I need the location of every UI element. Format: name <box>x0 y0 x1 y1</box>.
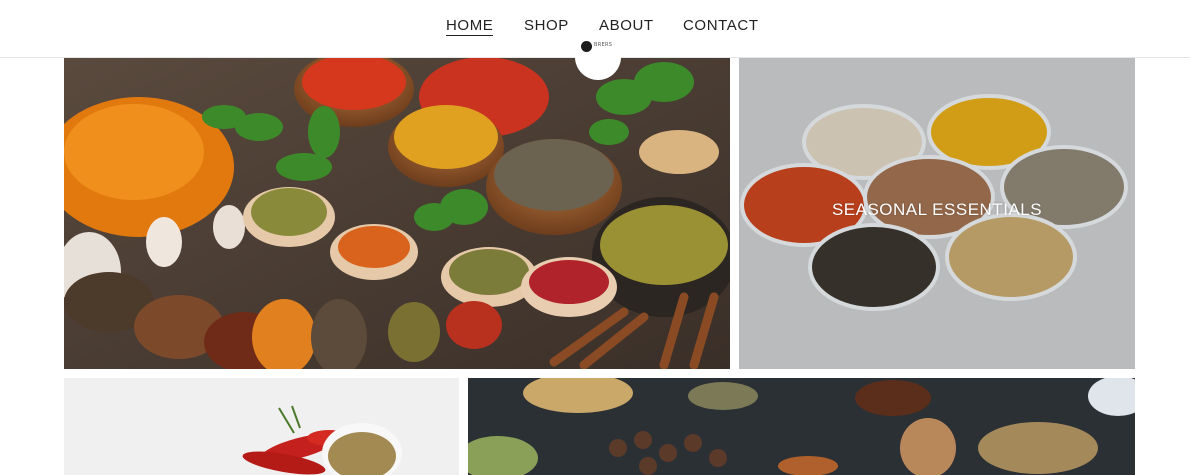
spices-table-photo <box>64 57 730 369</box>
nav-about[interactable]: ABOUT <box>599 17 654 34</box>
logo-mark-icon <box>581 41 592 52</box>
nav-contact[interactable]: CONTACT <box>683 17 759 34</box>
logo-text: BRERS <box>594 42 613 48</box>
whole-spices-photo <box>468 378 1135 475</box>
nav-shop[interactable]: SHOP <box>524 17 569 34</box>
main-nav: HOME SHOP ABOUT CONTACT <box>0 17 1190 39</box>
hero-spices-image[interactable] <box>64 57 730 369</box>
chili-cumin-photo <box>64 378 459 475</box>
whole-spices-tile[interactable] <box>468 378 1135 475</box>
seasonal-essentials-tile[interactable]: SEASONAL ESSENTIALS <box>739 57 1135 369</box>
chili-spices-tile[interactable] <box>64 378 459 475</box>
seasonal-essentials-label: SEASONAL ESSENTIALS <box>831 200 1043 219</box>
nav-home[interactable]: HOME <box>446 17 494 36</box>
